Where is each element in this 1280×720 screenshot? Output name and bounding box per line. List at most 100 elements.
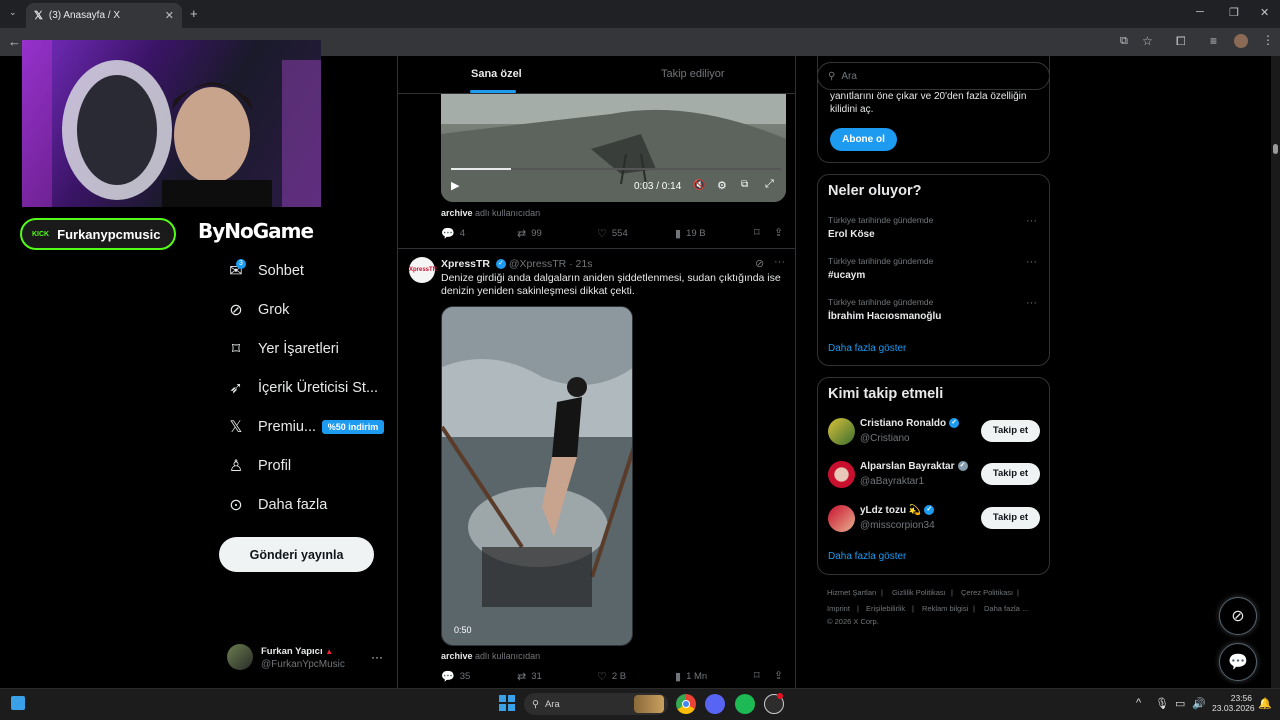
avatar[interactable]	[227, 644, 253, 670]
tab-search-chevron-icon[interactable]: ⌄	[9, 7, 17, 18]
post-video[interactable]: 0:50	[441, 306, 633, 646]
footer-link-terms[interactable]: Hizmet Şartları	[827, 588, 877, 597]
repost-button[interactable]: ⇄ 99	[517, 227, 542, 240]
post-handle[interactable]: @XpressTR	[509, 258, 566, 270]
nav-item-grok[interactable]: ⊘ Grok	[226, 295, 289, 325]
follow-suggestion-name[interactable]: yLdz tozu 💫 ✓	[860, 505, 935, 516]
reply-button[interactable]: 💬 35	[441, 670, 470, 683]
kick-channel-name: Furkanypcmusic	[57, 226, 161, 242]
microphone-icon[interactable]: 🎙	[1155, 697, 1169, 710]
follow-suggestion-name[interactable]: Cristiano Ronaldo ✓	[860, 418, 960, 429]
profile-avatar-icon[interactable]	[1234, 34, 1248, 48]
close-tab-icon[interactable]: ✕	[165, 9, 174, 22]
reading-list-icon[interactable]: ≡	[1210, 34, 1217, 48]
browser-menu-icon[interactable]: ⋮	[1262, 33, 1274, 47]
new-tab-button[interactable]: +	[190, 6, 198, 21]
footer-link-imprint[interactable]: Imprint	[827, 604, 850, 613]
star-icon[interactable]: ☆	[1142, 34, 1153, 48]
post-button[interactable]: Gönderi yayınla	[219, 537, 374, 572]
post-more-icon[interactable]: ···	[774, 256, 785, 268]
reply-button[interactable]: 💬 4	[441, 227, 465, 240]
grok-floating-button[interactable]: ⊘	[1219, 597, 1257, 635]
trends-show-more-link[interactable]: Daha fazla göster	[828, 343, 906, 354]
rocket-icon: ➶	[229, 380, 243, 397]
tab-following[interactable]: Takip ediliyor	[661, 68, 725, 80]
close-window-icon[interactable]: ✕	[1260, 6, 1269, 19]
tab-for-you[interactable]: Sana özel	[471, 68, 522, 80]
browser-tab[interactable]: 𝕏 (3) Anasayfa / X ✕	[26, 3, 182, 28]
views-button[interactable]: ▮ 19 B	[675, 227, 706, 240]
like-button[interactable]: ♡ 554	[597, 227, 628, 240]
start-windows-icon[interactable]	[499, 695, 515, 711]
nav-item-bookmarks[interactable]: ⌑ Yer İşaretleri	[226, 334, 339, 364]
avatar[interactable]	[828, 418, 855, 445]
trend-item[interactable]: Türkiye tarihinde gündemde İbrahim Hacıo…	[828, 297, 941, 322]
attribution-user[interactable]: archive	[441, 651, 473, 661]
nav-item-profile[interactable]: ♙ Profil	[226, 451, 291, 481]
taskbar-search-input[interactable]: ⚲ Ara	[524, 693, 668, 715]
user-name-text: Cristiano Ronaldo	[860, 418, 947, 429]
nav-item-premium[interactable]: 𝕏 Premiu...	[226, 412, 316, 442]
follow-button[interactable]: Takip et	[981, 507, 1040, 529]
settings-gear-icon[interactable]: ⚙	[717, 179, 727, 192]
follow-suggestion-name[interactable]: Alparslan Bayraktar ✓	[860, 461, 968, 472]
repost-button[interactable]: ⇄ 31	[517, 670, 542, 683]
footer-separator: |	[1017, 588, 1019, 597]
nav-item-more[interactable]: ⊙ Daha fazla	[226, 490, 327, 520]
share-icon[interactable]: ⇪	[774, 226, 783, 239]
avatar[interactable]	[828, 505, 855, 532]
tray-chevron-up-icon[interactable]: ^	[1136, 697, 1141, 709]
page-scrollbar[interactable]	[1271, 56, 1280, 688]
spotify-app-icon[interactable]	[735, 694, 755, 714]
network-icon[interactable]: ▭	[1175, 697, 1185, 710]
trend-more-icon[interactable]: ···	[1026, 215, 1037, 227]
who-to-follow-show-more-link[interactable]: Daha fazla göster	[828, 551, 906, 562]
trend-more-icon[interactable]: ···	[1026, 256, 1037, 268]
widgets-icon[interactable]	[11, 696, 25, 710]
taskbar-search-placeholder: Ara	[544, 698, 560, 710]
mute-icon[interactable]: 🔇	[693, 180, 705, 191]
attribution-user[interactable]: archive	[441, 208, 473, 218]
bookmark-icon[interactable]: ⌑	[754, 226, 760, 239]
post-time[interactable]: · 21s	[569, 258, 592, 270]
discord-app-icon[interactable]	[705, 694, 725, 714]
trend-item[interactable]: Türkiye tarihinde gündemde #ucaym	[828, 256, 933, 281]
share-icon[interactable]: ⇪	[774, 669, 783, 682]
trend-more-icon[interactable]: ···	[1026, 297, 1037, 309]
volume-icon[interactable]: 🔊	[1192, 697, 1206, 710]
footer-link-cookies[interactable]: Çerez Politikası	[961, 588, 1013, 597]
follow-button[interactable]: Takip et	[981, 420, 1040, 442]
restore-icon[interactable]: ❐	[1229, 6, 1239, 19]
chat-notification-badge: 3	[236, 259, 246, 269]
grok-icon[interactable]: ⊘	[755, 257, 764, 270]
footer-link-more[interactable]: Daha fazla ...	[984, 604, 1028, 613]
play-icon[interactable]: ▶	[451, 179, 459, 192]
taskbar-clock[interactable]: 23:56 23.03.2026	[1212, 693, 1255, 713]
like-button[interactable]: ♡ 2 B	[597, 670, 626, 683]
cast-icon[interactable]: ⧉	[1120, 35, 1128, 48]
bookmark-icon[interactable]: ⌑	[754, 669, 760, 682]
trend-category: Türkiye tarihinde gündemde	[828, 256, 934, 266]
post-author[interactable]: XpressTR	[441, 258, 490, 270]
nav-item-creator-studio[interactable]: ➶ İçerik Üreticisi St...	[226, 373, 378, 403]
follow-button[interactable]: Takip et	[981, 463, 1040, 485]
repost-count: 31	[531, 671, 542, 682]
trend-item[interactable]: Türkiye tarihinde gündemde Erol Köse	[828, 215, 933, 240]
views-button[interactable]: ▮ 1 Mn	[675, 670, 707, 683]
footer-link-ad-info[interactable]: Reklam bilgisi	[922, 604, 968, 613]
extensions-icon[interactable]: ⧠	[1176, 34, 1186, 49]
minimize-icon[interactable]: ─	[1196, 6, 1204, 18]
avatar[interactable]	[828, 461, 855, 488]
messages-floating-button[interactable]: 💬	[1219, 643, 1257, 681]
footer-link-accessibility[interactable]: Erişilebilirlik	[866, 604, 905, 613]
notifications-bell-icon[interactable]: 🔔	[1258, 697, 1272, 710]
post-video[interactable]: ▶ 0:03 / 0:14 🔇 ⚙ ⧉ ⤢	[441, 94, 786, 202]
fullscreen-icon[interactable]: ⤢	[765, 178, 774, 191]
back-arrow-icon[interactable]: ←	[8, 34, 21, 49]
footer-link-privacy[interactable]: Gizlilik Politikası	[892, 588, 946, 597]
subscribe-button[interactable]: Abone ol	[830, 128, 897, 151]
pip-icon[interactable]: ⧉	[741, 179, 748, 190]
avatar[interactable]: XpressTR	[409, 257, 437, 283]
scrollbar-thumb[interactable]	[1273, 144, 1278, 154]
account-more-icon[interactable]: ···	[371, 650, 383, 664]
